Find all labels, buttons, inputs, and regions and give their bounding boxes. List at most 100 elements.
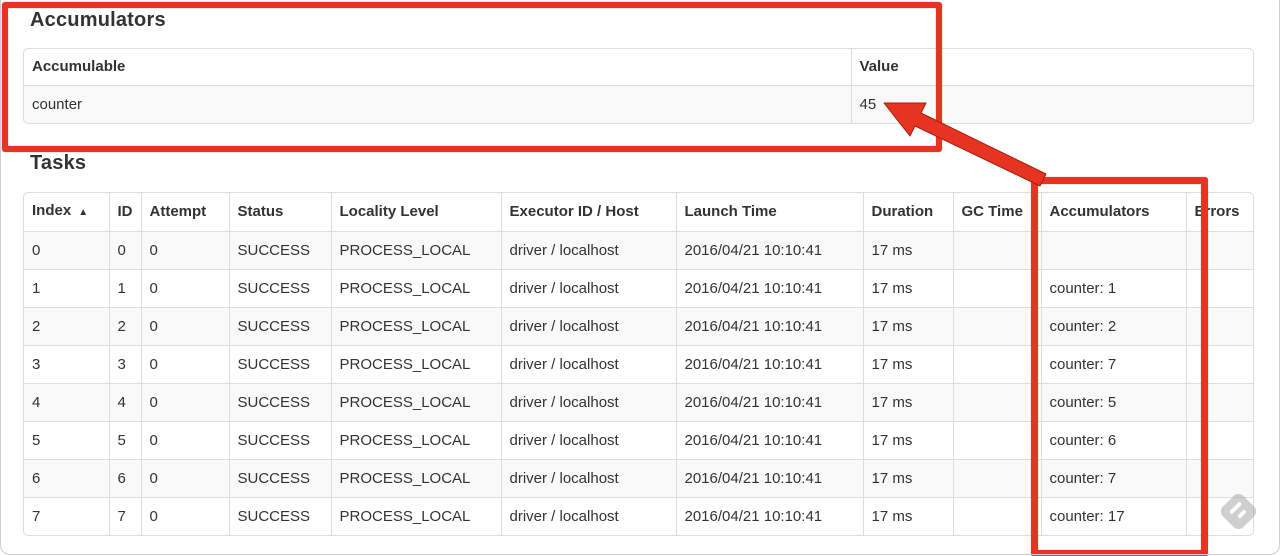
task-cell-errors [1185, 231, 1253, 270]
task-cell-locality_level: PROCESS_LOCAL [330, 383, 501, 422]
task-cell-gc_time [952, 345, 1041, 384]
column-header-id[interactable]: ID [108, 193, 141, 232]
task-cell-launch_time: 2016/04/21 10:10:41 [675, 497, 863, 535]
task-cell-attempt: 0 [140, 421, 229, 460]
task-cell-id: 6 [108, 459, 141, 498]
column-header-accumulable[interactable]: Accumulable [24, 49, 851, 86]
task-cell-errors [1185, 459, 1253, 498]
task-row: 3 3 0 SUCCESS PROCESS_LOCAL driver / localhos… [24, 345, 1253, 384]
column-header-duration[interactable]: Duration [862, 193, 953, 232]
task-cell-executor_id_host: driver / localhost [500, 459, 676, 498]
task-cell-duration: 17 ms [862, 307, 953, 346]
task-cell-errors [1185, 307, 1253, 346]
accumulators-header-row: Accumulable Value [24, 49, 1253, 86]
column-header-label: Index [32, 202, 72, 219]
task-cell-locality_level: PROCESS_LOCAL [330, 345, 501, 384]
task-cell-accumulators: counter: 7 [1040, 459, 1186, 498]
task-cell-status: SUCCESS [228, 269, 331, 308]
task-cell-status: SUCCESS [228, 307, 331, 346]
column-header-label: Errors [1194, 203, 1240, 220]
column-header-label: ID [117, 203, 133, 220]
task-cell-launch_time: 2016/04/21 10:10:41 [675, 345, 863, 384]
task-cell-status: SUCCESS [228, 497, 331, 535]
column-header-errors[interactable]: Errors [1185, 193, 1253, 232]
task-cell-executor_id_host: driver / localhost [500, 269, 676, 308]
task-cell-launch_time: 2016/04/21 10:10:41 [675, 231, 863, 270]
column-header-label: Accumulators [1049, 203, 1150, 220]
column-header-index[interactable]: Index ▲ [24, 193, 109, 232]
task-cell-gc_time [952, 497, 1041, 535]
task-cell-index: 6 [24, 459, 109, 498]
task-cell-accumulators: counter: 1 [1040, 269, 1186, 308]
task-cell-gc_time [952, 459, 1041, 498]
task-cell-errors [1185, 345, 1253, 384]
task-cell-executor_id_host: driver / localhost [500, 383, 676, 422]
task-row: 1 1 0 SUCCESS PROCESS_LOCAL driver / localhos… [24, 269, 1253, 308]
task-cell-index: 4 [24, 383, 109, 422]
task-cell-index: 3 [24, 345, 109, 384]
task-cell-locality_level: PROCESS_LOCAL [330, 269, 501, 308]
task-cell-duration: 17 ms [862, 459, 953, 498]
task-cell-attempt: 0 [140, 231, 229, 270]
task-cell-duration: 17 ms [862, 497, 953, 535]
task-row: 6 6 0 SUCCESS PROCESS_LOCAL driver / localhos… [24, 459, 1253, 498]
task-cell-accumulators: counter: 5 [1040, 383, 1186, 422]
task-cell-errors [1185, 269, 1253, 308]
task-cell-duration: 17 ms [862, 345, 953, 384]
task-cell-index: 5 [24, 421, 109, 460]
tasks-table: Index ▲ ID Attempt Status Locality Level Execu… [23, 192, 1254, 536]
task-cell-locality_level: PROCESS_LOCAL [330, 307, 501, 346]
task-cell-locality_level: PROCESS_LOCAL [330, 421, 501, 460]
task-cell-launch_time: 2016/04/21 10:10:41 [675, 421, 863, 460]
column-header-status[interactable]: Status [228, 193, 331, 232]
task-cell-gc_time [952, 421, 1041, 460]
task-cell-duration: 17 ms [862, 421, 953, 460]
spark-stage-detail-page: Accumulators Accumulable Value counter 4… [0, 0, 1280, 556]
column-header-locality_level[interactable]: Locality Level [330, 193, 501, 232]
task-cell-accumulators: counter: 7 [1040, 345, 1186, 384]
task-cell-gc_time [952, 231, 1041, 270]
accumulators-table: Accumulable Value counter 45 [23, 48, 1254, 124]
task-cell-id: 2 [108, 307, 141, 346]
task-cell-duration: 17 ms [862, 269, 953, 308]
column-header-label: GC Time [961, 203, 1023, 220]
tasks-section-heading: Tasks [30, 152, 87, 174]
task-cell-index: 2 [24, 307, 109, 346]
accumulable-name-cell: counter [24, 85, 851, 123]
task-cell-executor_id_host: driver / localhost [500, 497, 676, 535]
column-header-launch_time[interactable]: Launch Time [675, 193, 863, 232]
task-cell-accumulators: counter: 2 [1040, 307, 1186, 346]
column-header-accumulators[interactable]: Accumulators [1040, 193, 1186, 232]
accumulators-section-heading: Accumulators [30, 9, 166, 31]
column-header-label: Attempt [149, 203, 207, 220]
task-cell-attempt: 0 [140, 345, 229, 384]
task-cell-launch_time: 2016/04/21 10:10:41 [675, 269, 863, 308]
sort-ascending-icon: ▲ [78, 207, 89, 218]
task-cell-status: SUCCESS [228, 459, 331, 498]
column-header-value[interactable]: Value [850, 49, 1253, 86]
task-cell-errors [1185, 383, 1253, 422]
column-header-executor_id_host[interactable]: Executor ID / Host [500, 193, 676, 232]
task-cell-accumulators: counter: 6 [1040, 421, 1186, 460]
task-cell-id: 0 [108, 231, 141, 270]
task-cell-launch_time: 2016/04/21 10:10:41 [675, 459, 863, 498]
task-cell-index: 0 [24, 231, 109, 270]
task-row: 5 5 0 SUCCESS PROCESS_LOCAL driver / localhos… [24, 421, 1253, 460]
task-cell-gc_time [952, 383, 1041, 422]
task-cell-attempt: 0 [140, 497, 229, 535]
task-cell-executor_id_host: driver / localhost [500, 307, 676, 346]
column-header-label: Executor ID / Host [509, 203, 639, 220]
task-cell-id: 7 [108, 497, 141, 535]
accumulator-row: counter 45 [24, 85, 1253, 123]
column-header-attempt[interactable]: Attempt [140, 193, 229, 232]
task-cell-accumulators: counter: 17 [1040, 497, 1186, 535]
task-cell-executor_id_host: driver / localhost [500, 345, 676, 384]
task-cell-status: SUCCESS [228, 231, 331, 270]
task-cell-gc_time [952, 269, 1041, 308]
column-header-gc_time[interactable]: GC Time [952, 193, 1041, 232]
task-cell-attempt: 0 [140, 383, 229, 422]
column-header-label: Locality Level [339, 203, 439, 220]
task-cell-attempt: 0 [140, 269, 229, 308]
task-cell-id: 5 [108, 421, 141, 460]
task-row: 2 2 0 SUCCESS PROCESS_LOCAL driver / localhos… [24, 307, 1253, 346]
